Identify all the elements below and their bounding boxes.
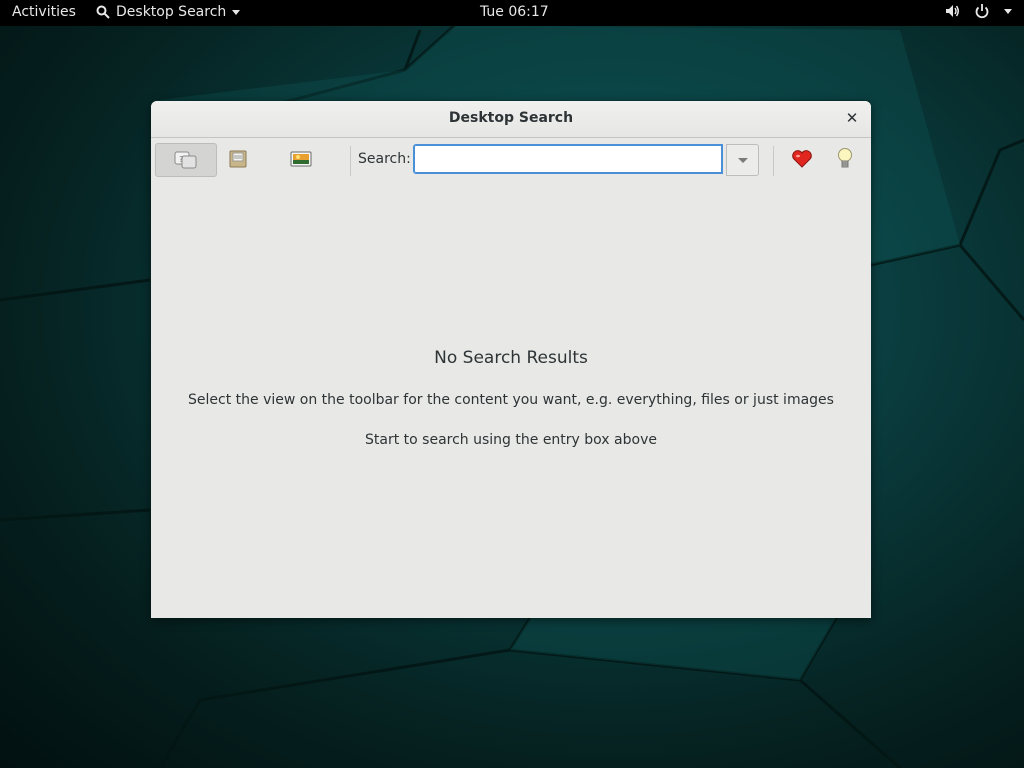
results-area: No Search Results Select the view on the… — [151, 181, 871, 618]
images-view-icon — [290, 151, 312, 167]
top-bar: Activities Desktop Search Tue 06:17 — [0, 0, 1024, 26]
svg-text:?: ? — [179, 155, 183, 164]
search-icon — [96, 5, 110, 19]
search-history-dropdown[interactable] — [726, 144, 759, 176]
search-input[interactable] — [413, 144, 723, 174]
view-images-button[interactable] — [271, 143, 331, 175]
desktop: Activities Desktop Search Tue 06:17 Desk… — [0, 0, 1024, 768]
everything-view-icon: ? — [174, 151, 197, 169]
heart-icon — [792, 150, 812, 168]
toolbar-separator — [773, 146, 774, 176]
toolbar: ? Search: — [151, 138, 871, 182]
close-button[interactable]: ✕ — [843, 109, 861, 127]
toolbar-separator — [350, 146, 351, 176]
activities-button[interactable]: Activities — [12, 4, 76, 20]
files-view-icon — [229, 150, 247, 168]
window-title: Desktop Search — [448, 110, 574, 126]
view-files-button[interactable] — [208, 143, 268, 175]
empty-state-hint: Start to search using the entry box abov… — [365, 432, 657, 448]
chevron-down-icon — [1004, 8, 1012, 14]
chevron-down-icon — [737, 157, 748, 163]
title-bar[interactable]: Desktop Search ✕ — [151, 101, 871, 138]
empty-state-title: No Search Results — [434, 348, 588, 368]
app-menu-label: Desktop Search — [116, 4, 227, 20]
favorites-button[interactable] — [785, 143, 819, 175]
app-menu-button[interactable]: Desktop Search — [96, 4, 241, 20]
desktop-search-window: Desktop Search ✕ ? Search: No Search Res… — [151, 101, 871, 618]
empty-state-hint: Select the view on the toolbar for the c… — [188, 392, 834, 408]
power-icon — [975, 4, 989, 19]
tips-button[interactable] — [828, 143, 862, 175]
chevron-down-icon — [232, 9, 241, 15]
lightbulb-icon — [838, 148, 852, 168]
clock[interactable]: Tue 06:17 — [480, 4, 549, 20]
system-status-menu[interactable] — [944, 3, 1012, 19]
close-icon: ✕ — [845, 109, 859, 127]
search-label: Search: — [358, 151, 411, 167]
volume-icon — [946, 5, 959, 17]
